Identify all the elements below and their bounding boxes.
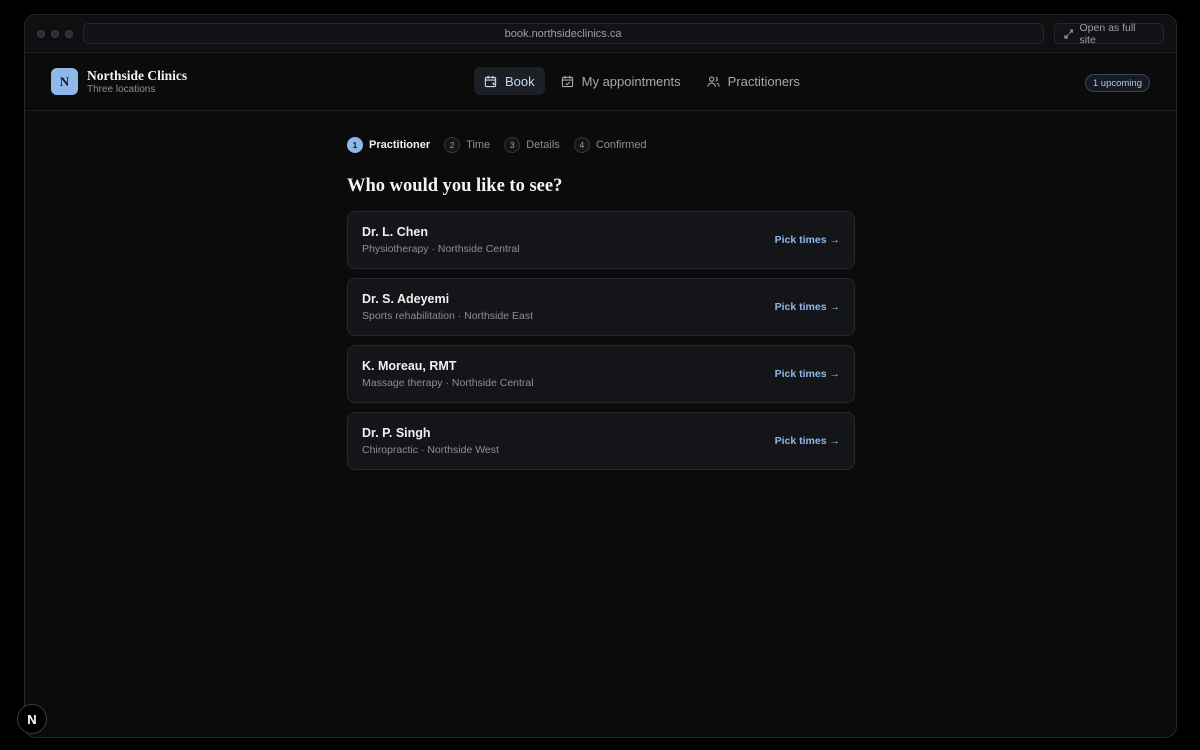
- pick-times-link[interactable]: Pick times →: [775, 435, 840, 447]
- step-label: Time: [466, 139, 491, 151]
- nav-my-appointments-label: My appointments: [581, 73, 681, 89]
- address-bar[interactable]: book.northsideclinics.ca: [82, 23, 1044, 44]
- practitioner-meta: Massage therapy · Northside Central: [362, 376, 534, 389]
- nav-my-appointments[interactable]: My appointments: [551, 67, 691, 95]
- brand-name: Northside Clinics: [87, 67, 188, 83]
- browser-window: book.northsideclinics.ca Open as full si…: [24, 14, 1177, 738]
- page-title: Who would you like to see?: [347, 176, 563, 196]
- upcoming-badge[interactable]: 1 upcoming: [1084, 74, 1150, 92]
- open-full-site-label: Open as full site: [1079, 21, 1136, 46]
- open-full-site-button[interactable]: Open as full site: [1053, 21, 1164, 46]
- users-icon: [707, 75, 720, 87]
- nav-book-label: Book: [505, 73, 535, 89]
- booking-stepper: 1 Practitioner 2 Time 3 Details 4 Confir…: [347, 136, 855, 154]
- step-number: 2: [444, 137, 461, 153]
- app-header: N Northside Clinics Three locations Book…: [25, 53, 1176, 111]
- brand-logo: N: [51, 68, 78, 95]
- step-confirmed: 4 Confirmed: [573, 137, 647, 153]
- window-controls: [37, 29, 83, 38]
- practitioner-card[interactable]: Dr. P. Singh Chiropractic · Northside We…: [347, 412, 855, 470]
- booking-panel: 1 Practitioner 2 Time 3 Details 4 Confir…: [347, 136, 855, 470]
- practitioner-card[interactable]: Dr. S. Adeyemi Sports rehabilitation · N…: [347, 278, 855, 336]
- step-number: 3: [504, 137, 521, 153]
- step-number: 4: [573, 137, 590, 153]
- practitioner-name: K. Moreau, RMT: [362, 358, 457, 373]
- expand-icon: [1064, 28, 1074, 39]
- nav-practitioners-label: Practitioners: [727, 73, 800, 89]
- practitioner-meta: Physiotherapy · Northside Central: [362, 242, 520, 255]
- practitioner-meta: Chiropractic · Northside West: [362, 443, 499, 456]
- step-details: 3 Details: [504, 137, 560, 153]
- pick-times-link[interactable]: Pick times →: [775, 234, 840, 246]
- step-number: 1: [347, 137, 363, 153]
- minimize-window-dot[interactable]: [51, 29, 59, 38]
- pick-times-link[interactable]: Pick times →: [775, 301, 840, 313]
- pick-times-link[interactable]: Pick times →: [775, 368, 840, 380]
- dev-tools-badge[interactable]: N: [17, 704, 47, 734]
- main-nav: Book My appointments Practitioners: [474, 67, 810, 95]
- close-window-dot[interactable]: [37, 29, 45, 38]
- practitioner-name: Dr. S. Adeyemi: [362, 291, 450, 306]
- step-label: Practitioner: [369, 139, 431, 151]
- practitioner-meta: Sports rehabilitation · Northside East: [362, 309, 533, 322]
- practitioner-name: Dr. P. Singh: [362, 425, 431, 440]
- browser-chrome: book.northsideclinics.ca Open as full si…: [25, 15, 1176, 53]
- nav-book[interactable]: Book: [474, 67, 545, 95]
- step-label: Details: [526, 139, 560, 151]
- practitioner-card[interactable]: K. Moreau, RMT Massage therapy · Northsi…: [347, 345, 855, 403]
- practitioner-list: Dr. L. Chen Physiotherapy · Northside Ce…: [347, 211, 855, 470]
- step-label: Confirmed: [595, 139, 647, 151]
- practitioner-card[interactable]: Dr. L. Chen Physiotherapy · Northside Ce…: [347, 211, 855, 269]
- brand-subtitle: Three locations: [87, 83, 156, 95]
- brand[interactable]: N Northside Clinics Three locations: [51, 68, 187, 96]
- nav-practitioners[interactable]: Practitioners: [697, 67, 810, 95]
- url-text: book.northsideclinics.ca: [504, 27, 622, 40]
- calendar-plus-icon: [484, 75, 497, 87]
- maximize-window-dot[interactable]: [65, 29, 73, 38]
- step-time: 2 Time: [444, 137, 490, 153]
- practitioner-name: Dr. L. Chen: [362, 224, 428, 239]
- calendar-check-icon: [561, 75, 573, 87]
- step-practitioner: 1 Practitioner: [347, 137, 430, 153]
